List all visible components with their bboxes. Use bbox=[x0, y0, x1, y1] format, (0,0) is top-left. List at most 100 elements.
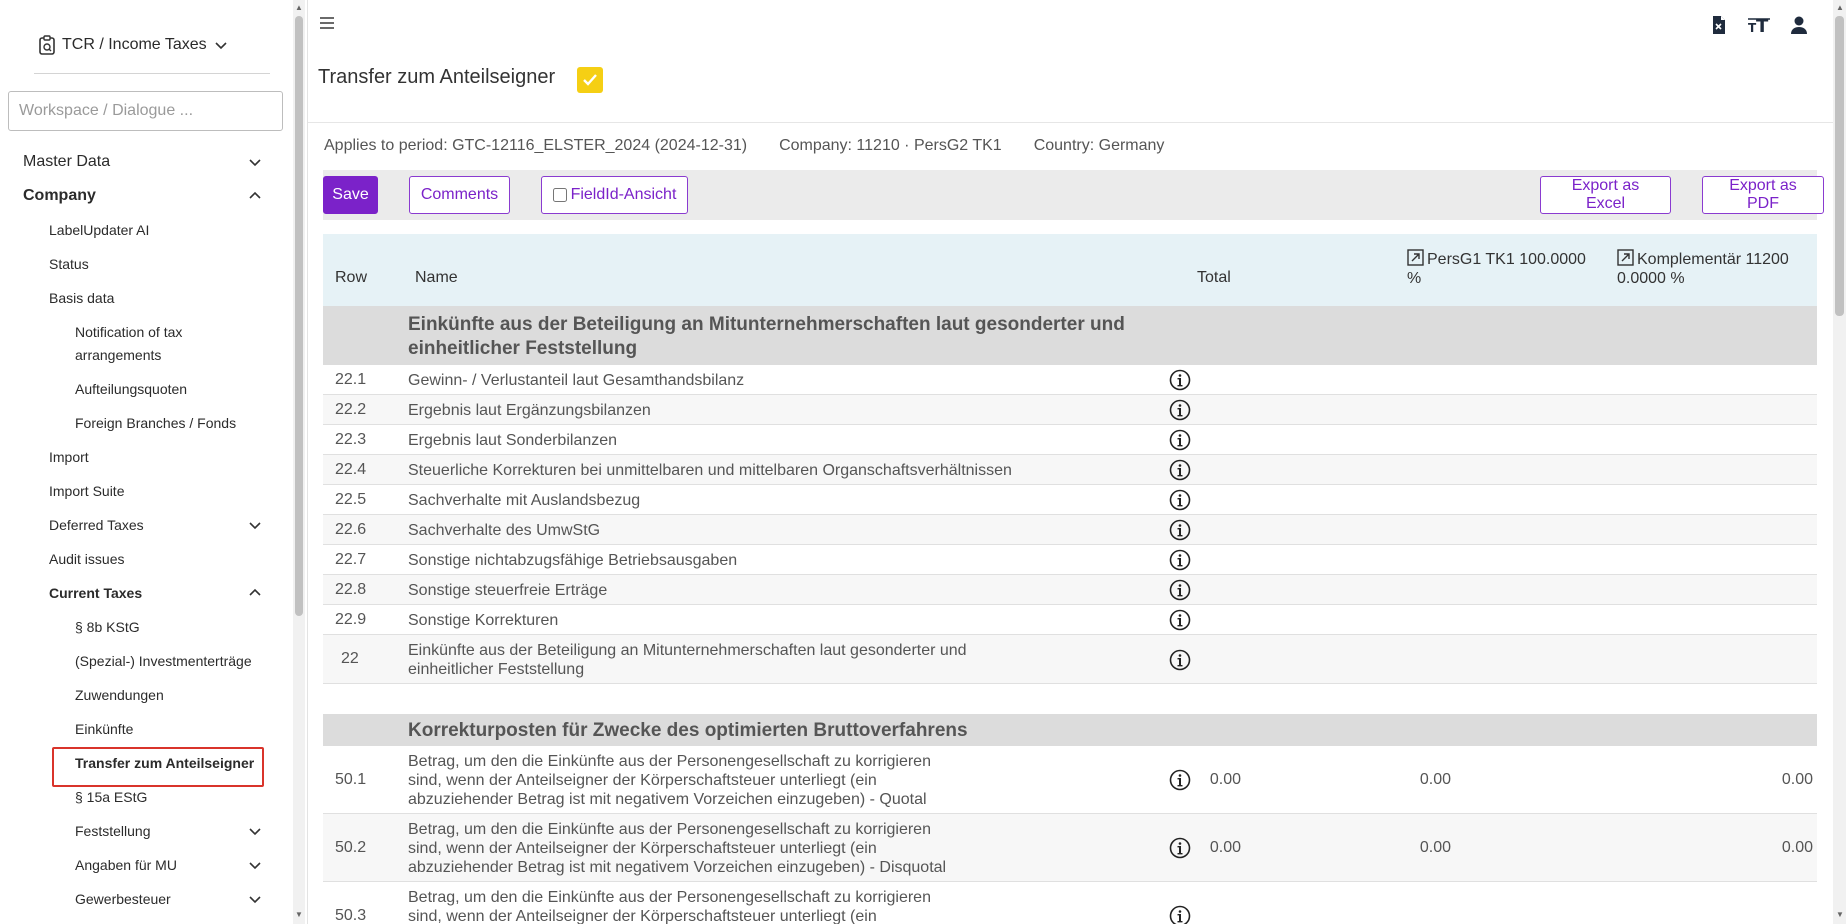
column-header-row: Row bbox=[335, 269, 368, 286]
row-name: Sachverhalte des UmwStG bbox=[408, 522, 601, 539]
user-icon[interactable] bbox=[1789, 14, 1809, 36]
column-header-persg1[interactable]: PersG1 TK1 100.0000 % bbox=[1407, 249, 1587, 288]
column-header-name: Name bbox=[415, 269, 458, 286]
scroll-down-arrow-icon[interactable]: ▼ bbox=[295, 910, 303, 919]
main-scroll-thumb[interactable] bbox=[1835, 16, 1844, 316]
sidebar-item-import-suite[interactable]: Import Suite bbox=[0, 474, 290, 508]
sidebar-item-feststellung[interactable]: Feststellung bbox=[0, 814, 290, 848]
workspace-search-input[interactable] bbox=[8, 91, 283, 131]
sidebar-item-gewerbesteuer[interactable]: Gewerbesteuer bbox=[0, 882, 290, 916]
sidebar-item-master-data[interactable]: Master Data bbox=[0, 145, 290, 179]
info-icon[interactable] bbox=[1169, 649, 1191, 671]
chevron-down-icon bbox=[249, 828, 261, 836]
row-number: 50.3 bbox=[335, 907, 367, 924]
info-icon[interactable] bbox=[1169, 399, 1191, 421]
header-actions: T T bbox=[1709, 14, 1809, 36]
total-value[interactable]: 0.00 bbox=[1121, 771, 1241, 789]
sidebar-nav: Master Data Company LabelUpdater AI Stat… bbox=[0, 145, 290, 916]
data-table: Row Name Total PersG1 TK1 100.0000 % Kom… bbox=[323, 234, 1817, 924]
info-icon[interactable] bbox=[1169, 369, 1191, 391]
row-number: 22.2 bbox=[335, 401, 367, 418]
row-number: 22.7 bbox=[335, 551, 367, 568]
info-icon[interactable] bbox=[1169, 429, 1191, 451]
table-row: 22.9 Sonstige Korrekturen bbox=[323, 605, 1817, 635]
info-icon[interactable] bbox=[1169, 459, 1191, 481]
info-icon[interactable] bbox=[1169, 549, 1191, 571]
sidebar-scroll-thumb[interactable] bbox=[295, 16, 303, 616]
row-number: 50.1 bbox=[335, 771, 367, 788]
komplementaer-value[interactable]: 0.00 bbox=[1693, 771, 1813, 789]
sidebar-item-zuwendungen[interactable]: Zuwendungen bbox=[0, 678, 290, 712]
divider bbox=[34, 73, 270, 74]
table-row: 22.4 Steuerliche Korrekturen bei unmittel… bbox=[323, 455, 1817, 485]
sidebar-item-aufteilungsquoten[interactable]: Aufteilungsquoten bbox=[0, 372, 290, 406]
font-size-icon[interactable]: T T bbox=[1747, 14, 1771, 36]
row-name: Ergebnis laut Ergänzungsbilanzen bbox=[408, 402, 651, 419]
scroll-up-arrow-icon[interactable]: ▲ bbox=[1836, 3, 1844, 12]
sidebar-item-import[interactable]: Import bbox=[0, 440, 290, 474]
info-icon[interactable] bbox=[1169, 489, 1191, 511]
sidebar-item-audit-issues[interactable]: Audit issues bbox=[0, 542, 290, 576]
sidebar-item-basis-data[interactable]: Basis data bbox=[0, 281, 290, 315]
hamburger-menu-icon[interactable] bbox=[318, 14, 336, 32]
scroll-down-arrow-icon[interactable]: ▼ bbox=[1836, 910, 1844, 919]
fieldid-checkbox[interactable] bbox=[552, 188, 567, 202]
row-name: Ergebnis laut Sonderbilanzen bbox=[408, 432, 618, 449]
clipboard-icon bbox=[39, 35, 55, 55]
export-excel-button[interactable]: Export as Excel bbox=[1540, 176, 1671, 214]
column-header-komplementaer[interactable]: Komplementär 11200 0.0000 % bbox=[1617, 249, 1802, 288]
table-row: 22.8 Sonstige steuerfreie Erträge bbox=[323, 575, 1817, 605]
sidebar-item-deferred-taxes[interactable]: Deferred Taxes bbox=[0, 508, 290, 542]
table-row: 22.7 Sonstige nichtabzugsfähige Betriebsa… bbox=[323, 545, 1817, 575]
table-row: 22 Einkünfte aus der Beteiligung an Mitun… bbox=[323, 635, 1817, 684]
scroll-up-arrow-icon[interactable]: ▲ bbox=[295, 3, 303, 12]
total-value[interactable]: 0.00 bbox=[1121, 839, 1241, 857]
external-link-icon[interactable] bbox=[1617, 249, 1634, 266]
info-icon[interactable] bbox=[1169, 519, 1191, 541]
sidebar-item-angaben-mu[interactable]: Angaben für MU bbox=[0, 848, 290, 882]
sidebar-scrollbar[interactable]: ▲ ▼ bbox=[293, 0, 305, 924]
chevron-down-icon bbox=[249, 896, 261, 904]
komplementaer-value[interactable]: 0.00 bbox=[1693, 839, 1813, 857]
main-scrollbar[interactable]: ▲ ▼ bbox=[1833, 0, 1846, 924]
info-icon[interactable] bbox=[1169, 905, 1191, 924]
info-icon[interactable] bbox=[1169, 609, 1191, 631]
main-content: T T Transfer zum Anteilseigner Applies t… bbox=[308, 0, 1833, 924]
sidebar-item-labelupdater-ai[interactable]: LabelUpdater AI bbox=[0, 213, 290, 247]
sidebar-item-foreign-branches[interactable]: Foreign Branches / Fonds bbox=[0, 406, 290, 440]
sidebar-item-15a-estg[interactable]: § 15a EStG bbox=[0, 780, 290, 814]
sidebar-item-einkuenfte[interactable]: Einkünfte bbox=[0, 712, 290, 746]
fieldid-toggle[interactable]: FieldId-Ansicht bbox=[541, 176, 688, 214]
chevron-down-icon bbox=[249, 522, 261, 530]
export-pdf-button[interactable]: Export as PDF bbox=[1702, 176, 1824, 214]
chevron-up-icon bbox=[249, 588, 261, 596]
sidebar-item-8b-kstg[interactable]: § 8b KStG bbox=[0, 610, 290, 644]
row-number: 22.6 bbox=[335, 521, 367, 538]
persg1-value[interactable]: 0.00 bbox=[1331, 771, 1451, 789]
sidebar-item-investmentertraege[interactable]: (Spezial-) Investmenterträge bbox=[0, 644, 290, 678]
row-name: Steuerliche Korrekturen bei unmittelbare… bbox=[408, 462, 1012, 479]
table-row: 22.6 Sachverhalte des UmwStG bbox=[323, 515, 1817, 545]
row-name: Einkünfte aus der Beteiligung an Mitunte… bbox=[408, 642, 967, 678]
sidebar-item-company[interactable]: Company bbox=[0, 179, 290, 213]
chevron-up-icon bbox=[249, 191, 261, 199]
sidebar-item-notification-tax-arrangements[interactable]: Notification of tax arrangements bbox=[0, 315, 290, 372]
row-number: 22.8 bbox=[335, 581, 367, 598]
table-row: 50.2 Betrag, um den die Einkünfte aus der… bbox=[323, 814, 1817, 882]
workspace-selector[interactable]: TCR / Income Taxes bbox=[38, 34, 229, 56]
row-name: Sonstige Korrekturen bbox=[408, 612, 559, 629]
persg1-value[interactable]: 0.00 bbox=[1331, 839, 1451, 857]
save-button[interactable]: Save bbox=[323, 176, 378, 214]
info-icon[interactable] bbox=[1169, 579, 1191, 601]
table-row: 22.1 Gewinn- / Verlustanteil laut Gesamth… bbox=[323, 365, 1817, 395]
sidebar-item-transfer-anteilseigner[interactable]: Transfer zum Anteilseigner bbox=[0, 746, 290, 787]
chevron-down-icon bbox=[249, 159, 261, 167]
comments-button[interactable]: Comments bbox=[409, 176, 510, 214]
file-export-icon[interactable] bbox=[1709, 14, 1729, 36]
row-name: Betrag, um den die Einkünfte aus der Per… bbox=[408, 753, 931, 808]
sidebar-item-current-taxes[interactable]: Current Taxes bbox=[0, 576, 290, 610]
sidebar-item-status[interactable]: Status bbox=[0, 247, 290, 281]
external-link-icon[interactable] bbox=[1407, 249, 1424, 266]
row-name: Betrag, um den die Einkünfte aus der Per… bbox=[408, 821, 947, 876]
row-number: 22.5 bbox=[335, 491, 367, 508]
